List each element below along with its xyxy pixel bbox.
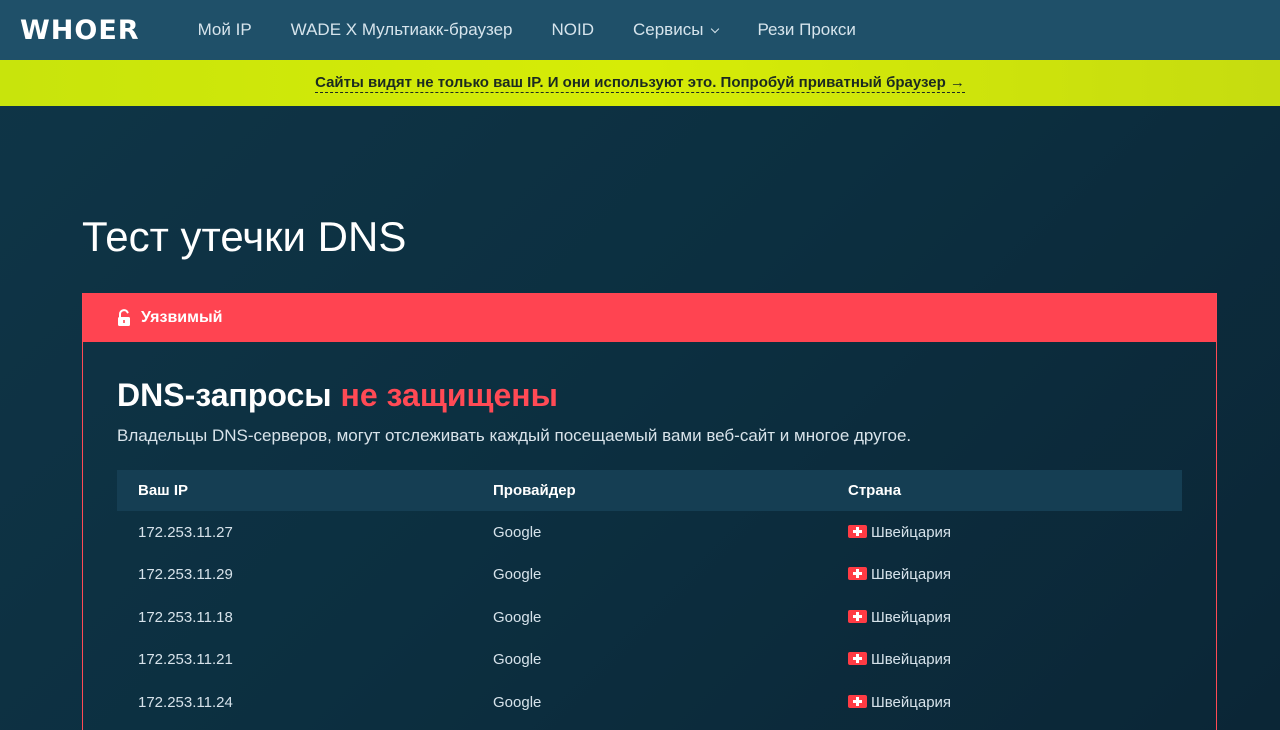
top-navbar: WHOER Мой IP WADE X Мультиакк-браузер NO… [0,0,1280,60]
promo-banner: Сайты видят не только ваш IP. И они испо… [0,60,1280,106]
country-cell: Швейцария [827,554,1182,597]
swiss-flag-icon [848,652,867,666]
page-title: Тест утечки DNS [82,213,407,260]
whoer-logo[interactable]: WHOER [20,15,140,46]
status-description: Владельцы DNS-серверов, могут отслеживат… [117,426,912,445]
swiss-flag-icon [848,694,867,708]
country-cell: Швейцария [827,596,1182,639]
dns-servers-table: Ваш IP Провайдер Страна 172.253.11.27 Go… [117,470,1182,724]
card-body: DNS-запросы не защищены Владельцы DNS-се… [83,377,1216,724]
country-label: Швейцария [871,523,952,541]
table-row: 172.253.11.29 Google Швейцария [117,554,1182,597]
table-row: 172.253.11.18 Google Швейцария [117,596,1182,639]
dns-status-card: Уязвимый DNS-запросы не защищены Владель… [82,293,1217,730]
table-header-row: Ваш IP Провайдер Страна [117,470,1182,511]
status-headline: DNS-запросы не защищены [117,377,1182,414]
provider-cell: Google [493,651,542,669]
provider-cell: Google [493,566,542,584]
country-cell: Швейцария [827,511,1182,554]
nav-wade-x[interactable]: WADE X Мультиакк-браузер [291,20,513,40]
ip-cell: 172.253.11.24 [138,693,233,711]
country-label: Швейцария [871,608,952,626]
country-label: Швейцария [871,693,952,711]
table-row: 172.253.11.24 Google Швейцария [117,681,1182,724]
main-nav: Мой IP WADE X Мультиакк-браузер NOID Сер… [198,20,895,40]
table-row: 172.253.11.21 Google Швейцария [117,639,1182,682]
nav-noid[interactable]: NOID [552,20,595,40]
column-header-provider: Провайдер [493,482,576,499]
provider-cell: Google [493,693,542,711]
column-header-country: Страна [848,482,902,499]
nav-resi-proxy[interactable]: Рези Прокси [757,20,855,40]
headline-highlight: не защищены [340,377,558,413]
promo-link[interactable]: Сайты видят не только ваш IP. И они испо… [315,74,965,93]
unlocked-lock-icon [118,308,130,326]
headline-prefix: DNS-запросы [117,377,332,413]
chevron-down-icon [711,24,720,33]
ip-cell: 172.253.11.27 [138,523,233,541]
provider-cell: Google [493,608,542,626]
country-cell: Швейцария [827,639,1182,682]
swiss-flag-icon [848,524,867,538]
ip-cell: 172.253.11.29 [138,566,233,584]
nav-services-label: Сервисы [633,20,704,39]
status-label: Уязвимый [141,308,223,326]
ip-cell: 172.253.11.18 [138,608,233,626]
nav-services[interactable]: Сервисы [633,20,720,40]
swiss-flag-icon [848,567,867,581]
ip-cell: 172.253.11.21 [138,651,233,669]
swiss-flag-icon [848,609,867,623]
status-banner: Уязвимый [83,293,1216,342]
country-cell: Швейцария [827,681,1182,724]
nav-my-ip[interactable]: Мой IP [198,20,252,40]
provider-cell: Google [493,523,542,541]
table-row: 172.253.11.27 Google Швейцария [117,511,1182,554]
country-label: Швейцария [871,566,952,584]
country-label: Швейцария [871,651,952,669]
column-header-ip: Ваш IP [138,482,189,499]
